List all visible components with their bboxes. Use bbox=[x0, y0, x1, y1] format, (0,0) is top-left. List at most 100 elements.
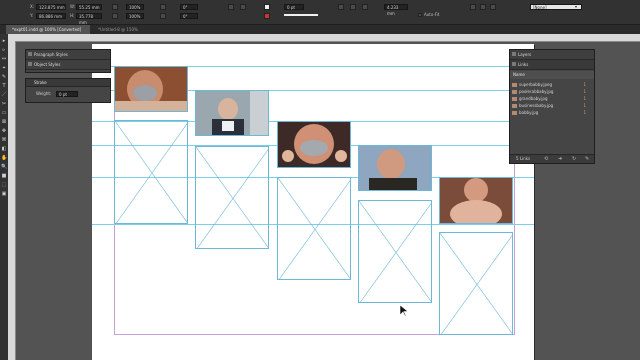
goto-link-icon[interactable]: ➜ bbox=[558, 155, 562, 163]
fit-content-icon[interactable] bbox=[338, 4, 344, 10]
align-right-icon[interactable] bbox=[490, 4, 496, 10]
weight-label: Weight: bbox=[36, 91, 52, 96]
object-styles-label: Object Styles bbox=[34, 62, 61, 67]
panel-row-object-styles[interactable]: Object Styles bbox=[26, 60, 110, 70]
photo-superbaby[interactable] bbox=[114, 66, 188, 112]
links-label: Links bbox=[518, 62, 529, 67]
list-item[interactable]: superbabby.jpeg 1 bbox=[512, 82, 592, 88]
tab-untitled-8[interactable]: *Untitled-8 @ 150% bbox=[92, 25, 152, 34]
paragraph-styles-icon bbox=[28, 52, 32, 56]
y-label: Y: bbox=[30, 13, 34, 18]
fit-frame-icon[interactable] bbox=[350, 4, 356, 10]
links-count: 5 Links bbox=[516, 156, 531, 161]
tool-icon[interactable]: ✎ bbox=[1, 74, 7, 80]
h-label: H: bbox=[70, 13, 75, 18]
vertical-ruler[interactable] bbox=[8, 41, 16, 360]
w-field[interactable]: 55.25 mm bbox=[76, 4, 102, 10]
tool-icon[interactable]: ✂ bbox=[1, 101, 7, 107]
photo-businessbaby[interactable] bbox=[195, 90, 269, 136]
stroke-weight-input[interactable]: 0 pt bbox=[56, 91, 78, 97]
stroke-swatch-icon[interactable] bbox=[264, 13, 270, 19]
tool-icon[interactable]: 🔍 bbox=[1, 164, 7, 170]
stroke-title: Stroke bbox=[34, 80, 47, 85]
photo-grandbaby[interactable] bbox=[277, 121, 351, 168]
scale-y-icon bbox=[112, 13, 118, 19]
align-center-icon[interactable] bbox=[480, 4, 486, 10]
layers-label: Layers bbox=[518, 52, 532, 57]
shear-icon bbox=[160, 13, 166, 19]
fill-swatch-icon[interactable] bbox=[264, 4, 270, 10]
photo-poolerababy[interactable] bbox=[358, 145, 432, 191]
edit-original-icon[interactable]: ✎ bbox=[585, 155, 589, 163]
tool-icon[interactable]: ✋ bbox=[1, 155, 7, 161]
list-item[interactable]: poolerabbaby.jpg 1 bbox=[512, 89, 592, 95]
tool-icon[interactable]: ■ bbox=[1, 173, 7, 179]
document-page[interactable] bbox=[92, 44, 534, 360]
auto-fit-label: Auto-Fit bbox=[424, 12, 440, 17]
w-label: W: bbox=[70, 4, 76, 9]
scale-x-icon bbox=[112, 4, 118, 10]
relink-icon[interactable]: ⟲ bbox=[544, 155, 548, 163]
tool-icon[interactable]: ✥ bbox=[1, 128, 7, 134]
links-footer: 5 Links ⟲ ➜ ↻ ✎ bbox=[510, 154, 594, 163]
center-content-icon[interactable] bbox=[362, 4, 368, 10]
empty-graphic-frame[interactable] bbox=[195, 146, 269, 249]
tool-icon[interactable]: ▸ bbox=[1, 38, 7, 44]
stroke-panel-title[interactable]: Stroke bbox=[26, 79, 110, 87]
styles-panel: Paragraph Styles Object Styles bbox=[25, 49, 111, 73]
links-icon bbox=[512, 62, 516, 66]
tool-icon[interactable]: ／ bbox=[1, 92, 7, 98]
empty-graphic-frame[interactable] bbox=[277, 177, 351, 280]
list-item[interactable]: businessbaby.jpg 1 bbox=[512, 103, 592, 109]
auto-fit-checkbox[interactable] bbox=[418, 13, 422, 17]
tool-icon[interactable]: ⬚ bbox=[1, 182, 7, 188]
y-field[interactable]: 86.886 mm bbox=[36, 13, 66, 19]
links-header: Name bbox=[510, 71, 594, 79]
links-name-header: Name bbox=[513, 72, 525, 77]
panel-row-layers[interactable]: Layers bbox=[510, 50, 594, 60]
control-bar: X: 123.875 mm Y: 86.886 mm W: 55.25 mm H… bbox=[0, 0, 640, 25]
horizontal-ruler[interactable] bbox=[8, 34, 640, 42]
tool-icon[interactable]: ⌖ bbox=[1, 65, 7, 71]
shear-field[interactable]: 0° bbox=[180, 13, 198, 19]
cursor-arrow-icon bbox=[400, 305, 408, 317]
paragraph-styles-label: Paragraph Styles bbox=[34, 52, 68, 57]
links-panel: Layers Links Name superbabby.jpeg 1 poole… bbox=[509, 49, 595, 164]
frame-fitting-field[interactable]: 4.233 mm bbox=[384, 4, 408, 16]
tool-icon[interactable]: ▣ bbox=[1, 191, 7, 197]
object-styles-icon bbox=[28, 62, 32, 66]
stroke-type-line[interactable] bbox=[284, 14, 318, 16]
tool-icon[interactable]: ▹ bbox=[1, 47, 7, 53]
x-field[interactable]: 123.875 mm bbox=[36, 4, 66, 10]
rotate-icon bbox=[160, 4, 166, 10]
update-link-icon[interactable]: ↻ bbox=[572, 155, 576, 163]
tool-icon[interactable]: ⌘ bbox=[1, 137, 7, 143]
empty-graphic-frame[interactable] bbox=[439, 232, 513, 335]
x-label: X: bbox=[30, 4, 35, 9]
flip-horizontal-icon[interactable] bbox=[228, 4, 234, 10]
align-left-icon[interactable] bbox=[470, 4, 476, 10]
angle-field[interactable]: 0° bbox=[180, 4, 198, 10]
tool-icon[interactable]: T bbox=[1, 83, 7, 89]
empty-graphic-frame[interactable] bbox=[358, 200, 432, 303]
tool-icon[interactable]: ↔ bbox=[1, 56, 7, 62]
list-item[interactable]: grandbaby.jpg 1 bbox=[512, 96, 592, 102]
tab-expt01[interactable]: *expt01.indd @ 100% [Converted] bbox=[6, 25, 90, 34]
panel-row-links[interactable]: Links bbox=[510, 60, 594, 70]
h-field[interactable]: 35.778 mm bbox=[76, 13, 102, 25]
flip-vertical-icon[interactable] bbox=[240, 4, 246, 10]
chevron-down-icon: ▾ bbox=[575, 4, 578, 9]
scale-y-field[interactable]: 100% bbox=[126, 13, 144, 19]
scale-x-field[interactable]: 100% bbox=[126, 4, 144, 10]
document-tabs: *expt01.indd @ 100% [Converted] *Untitle… bbox=[0, 25, 640, 34]
list-item[interactable]: babby.jpg 1 bbox=[512, 110, 592, 116]
tool-icon[interactable]: ▭ bbox=[1, 110, 7, 116]
layers-icon bbox=[512, 52, 516, 56]
tool-icon[interactable]: ⊠ bbox=[1, 119, 7, 125]
empty-graphic-frame[interactable] bbox=[114, 120, 188, 224]
stroke-weight-field[interactable]: 0 pt bbox=[284, 4, 304, 10]
panel-row-paragraph-styles[interactable]: Paragraph Styles bbox=[26, 50, 110, 60]
photo-babby[interactable] bbox=[439, 177, 513, 224]
stroke-panel: Stroke Weight: 0 pt bbox=[25, 78, 111, 103]
tool-icon[interactable]: ◧ bbox=[1, 146, 7, 152]
